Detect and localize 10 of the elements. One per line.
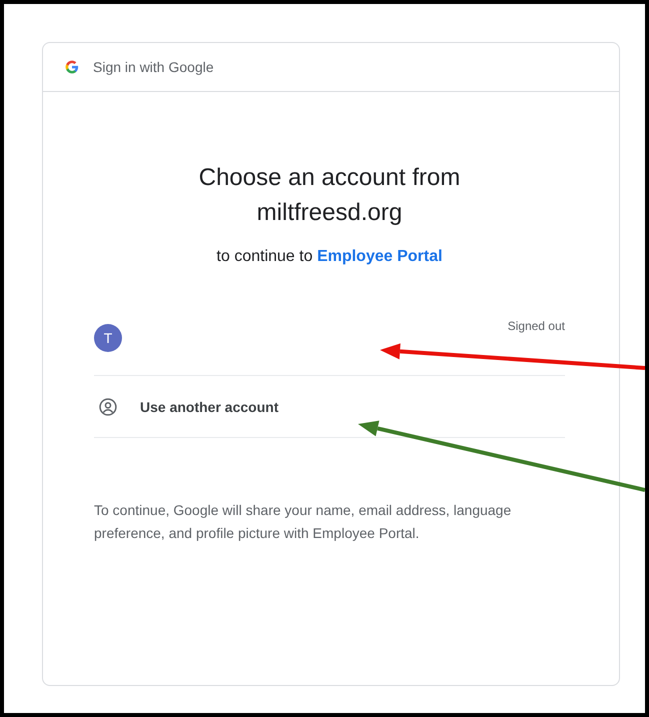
account-status: Signed out [508,319,565,333]
header-title: Sign in with Google [93,59,214,75]
avatar-icon: T [94,324,122,352]
row-label: Use another account [140,398,278,414]
subtitle-text: to continue to Employee Portal [216,248,444,266]
person-circle-icon [98,396,118,416]
google-logo-icon [65,60,79,74]
notice-text: To continue, Google will share your name, email address, language preference, and profile picture with Employee Portal. [94,501,512,543]
page-heading: Choose an account from miltfreesd.org [198,163,462,228]
app-link[interactable]: Employee Portal [317,248,442,265]
